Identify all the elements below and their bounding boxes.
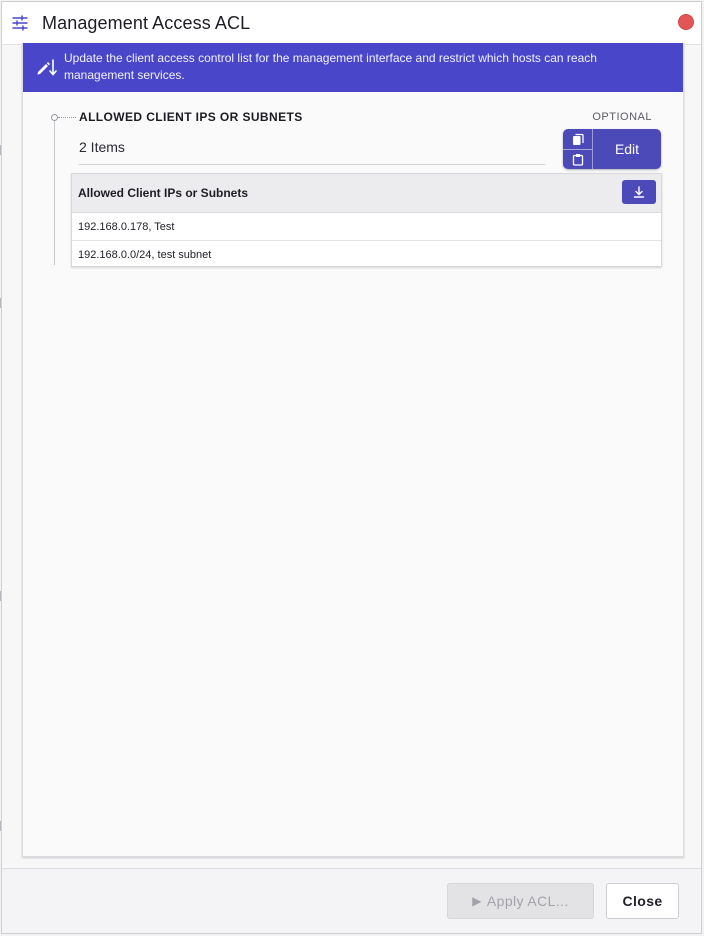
table-row[interactable]: 192.168.0.0/24, test subnet [72, 241, 661, 268]
table-row[interactable]: 192.168.0.178, Test [72, 213, 661, 241]
download-button[interactable] [622, 180, 656, 204]
content-panel: Update the client access control list fo… [22, 43, 684, 857]
tree-node [51, 114, 58, 121]
apply-acl-label: Apply ACL... [486, 893, 569, 909]
info-banner: Update the client access control list fo… [23, 43, 683, 92]
acl-table: Allowed Client IPs or Subnets 192.168.0.… [71, 173, 662, 267]
title-bar: Management Access ACL [2, 2, 701, 45]
table-cell: 192.168.0.0/24, test subnet [78, 249, 212, 261]
banner-text: Update the client access control list fo… [64, 51, 597, 82]
play-icon: ▶ [472, 894, 482, 908]
close-dot-icon[interactable] [678, 14, 694, 30]
close-button[interactable]: Close [606, 883, 679, 919]
field-label: ALLOWED CLIENT IPS OR SUBNETS [79, 110, 303, 124]
table-cell: 192.168.0.178, Test [78, 221, 175, 233]
optional-tag: OPTIONAL [592, 111, 652, 123]
edit-button-group: Edit [563, 129, 661, 169]
item-count: 2 Items [79, 137, 545, 165]
dialog-title: Management Access ACL [42, 13, 251, 33]
apply-acl-button[interactable]: ▶ Apply ACL... [447, 883, 594, 919]
edit-button[interactable]: Edit [593, 129, 661, 169]
tree-connector [58, 117, 76, 118]
download-icon [633, 186, 645, 198]
paste-button[interactable] [563, 149, 592, 169]
pen-sort-icon [37, 59, 57, 76]
clipboard-icon [572, 153, 583, 166]
table-header: Allowed Client IPs or Subnets [72, 174, 661, 213]
acl-dialog: Management Access ACL Update the client … [1, 1, 702, 934]
table-header-label: Allowed Client IPs or Subnets [78, 186, 249, 200]
sliders-icon[interactable] [12, 15, 28, 31]
tree-line [54, 121, 55, 265]
copy-icon [572, 133, 584, 145]
copy-button[interactable] [563, 129, 592, 150]
dialog-footer: ▶ Apply ACL... Close [2, 868, 701, 933]
